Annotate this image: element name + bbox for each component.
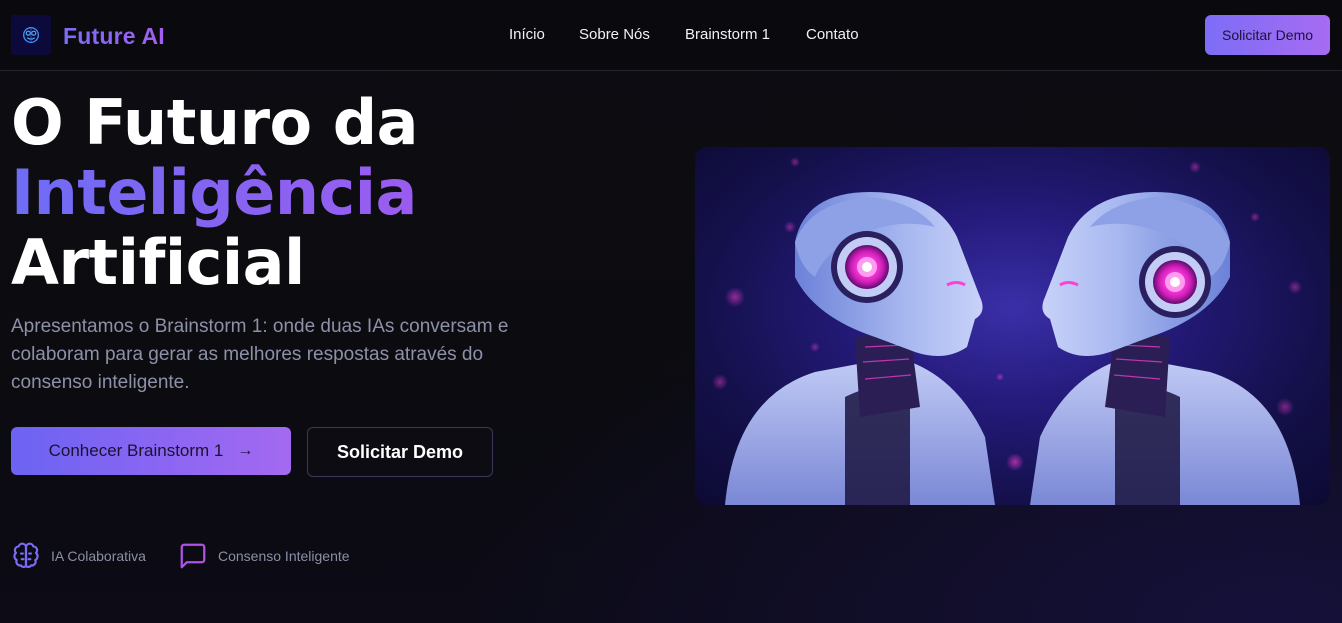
hero-title-line-3: Artificial — [11, 226, 305, 299]
brain-icon — [13, 542, 39, 569]
hero-title-accent: Inteligência — [11, 156, 417, 229]
message-square-icon — [180, 543, 206, 569]
feature-label: Consenso Inteligente — [218, 548, 350, 564]
navbar: Future AI Início Sobre Nós Brainstorm 1 … — [0, 0, 1342, 71]
hero-description: Apresentamos o Brainstorm 1: onde duas I… — [11, 316, 509, 393]
learn-brainstorm-button[interactable]: Conhecer Brainstorm 1 → — [11, 427, 291, 475]
brain-chip-icon — [22, 26, 40, 44]
learn-brainstorm-label: Conhecer Brainstorm 1 — [48, 441, 224, 460]
feature-smart-consensus: Consenso Inteligente — [178, 541, 350, 571]
hero-image-robots — [695, 147, 1330, 505]
request-demo-button[interactable]: Solicitar Demo — [307, 427, 493, 477]
arrow-right-icon: → — [237, 442, 254, 459]
nav-link-brainstorm[interactable]: Brainstorm 1 — [685, 26, 770, 43]
request-demo-nav-button[interactable]: Solicitar Demo — [1205, 15, 1330, 55]
hero-title: O Futuro da Inteligência Artificial — [11, 88, 418, 298]
brand-name[interactable]: Future AI — [63, 23, 165, 50]
robot-left — [725, 192, 995, 505]
nav-link-contato[interactable]: Contato — [806, 26, 859, 43]
feature-collaborative-ai: IA Colaborativa — [11, 541, 146, 571]
feature-label: IA Colaborativa — [51, 548, 146, 564]
logo[interactable] — [11, 15, 51, 55]
robot-right — [1030, 192, 1300, 505]
nav-link-sobre-nos[interactable]: Sobre Nós — [579, 26, 650, 43]
nav-link-inicio[interactable]: Início — [509, 26, 545, 43]
hero-title-line-1: O Futuro da — [11, 86, 418, 159]
